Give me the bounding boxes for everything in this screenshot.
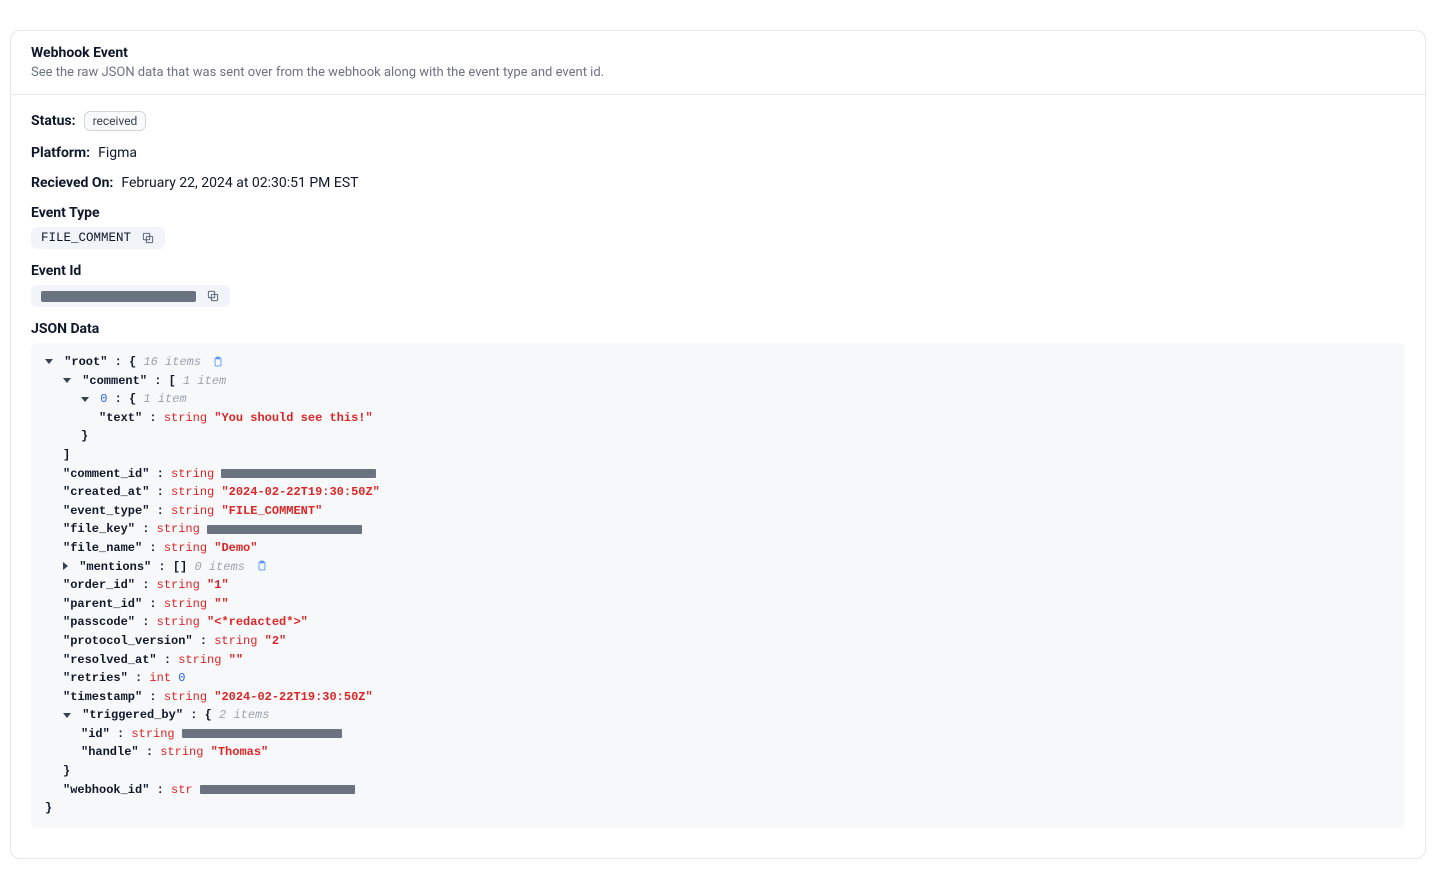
json-comment-text: "text" : string "You should see this!" [45,409,1391,428]
json-passcode: "passcode" : string "<*redacted*>" [45,613,1391,632]
clipboard-icon[interactable] [256,560,268,572]
event-id-pill [31,285,230,307]
json-comment[interactable]: "comment" : [ 1 item [45,372,1391,391]
card-body: Status: received Platform: Figma Recieve… [11,95,1425,858]
event-id-label: Event Id [31,263,1405,279]
redacted-value [221,469,376,478]
json-triggered-by[interactable]: "triggered_by" : { 2 items [45,706,1391,725]
json-order-id: "order_id" : string "1" [45,576,1391,595]
chevron-right-icon[interactable] [63,562,68,570]
event-type-pill: FILE_COMMENT [31,227,165,249]
chevron-down-icon[interactable] [45,359,53,364]
chevron-down-icon[interactable] [81,397,89,402]
json-tb-handle: "handle" : string "Thomas" [45,743,1391,762]
json-close-brace: } [45,799,1391,818]
json-webhook-id: "webhook_id" : str [45,781,1391,800]
redacted-value [182,729,342,738]
json-parent-id: "parent_id" : string "" [45,595,1391,614]
card-subtitle: See the raw JSON data that was sent over… [31,65,1405,80]
json-file-key: "file_key" : string [45,520,1391,539]
platform-row: Platform: Figma [31,145,1405,161]
json-retries: "retries" : int 0 [45,669,1391,688]
received-on-row: Recieved On: February 22, 2024 at 02:30:… [31,175,1405,191]
copy-icon[interactable] [141,231,155,245]
event-type-label: Event Type [31,205,1405,221]
json-resolved-at: "resolved_at" : string "" [45,651,1391,670]
status-badge: received [84,111,147,131]
json-mentions[interactable]: "mentions" : [] 0 items [45,558,1391,577]
json-event-type: "event_type" : string "FILE_COMMENT" [45,502,1391,521]
redacted-value [200,785,355,794]
chevron-down-icon[interactable] [63,713,71,718]
json-data-label: JSON Data [31,321,1405,337]
copy-icon[interactable] [206,289,220,303]
card-header: Webhook Event See the raw JSON data that… [11,31,1425,95]
json-viewer: "root" : { 16 items "comment" : [ 1 item… [31,343,1405,828]
json-root[interactable]: "root" : { 16 items [45,353,1391,372]
json-created-at: "created_at" : string "2024-02-22T19:30:… [45,483,1391,502]
webhook-event-card: Webhook Event See the raw JSON data that… [10,30,1426,859]
event-id-redacted [41,291,196,302]
event-type-row: Event Type FILE_COMMENT [31,205,1405,249]
platform-value: Figma [98,145,137,161]
status-row: Status: received [31,111,1405,131]
json-brace: } [45,762,1391,781]
event-type-value: FILE_COMMENT [41,231,131,245]
json-comment-id: "comment_id" : string [45,465,1391,484]
received-on-label: Recieved On: [31,175,113,191]
json-comment-0[interactable]: 0 : { 1 item [45,390,1391,409]
event-id-row: Event Id [31,263,1405,307]
status-label: Status: [31,113,76,129]
json-protocol-version: "protocol_version" : string "2" [45,632,1391,651]
platform-label: Platform: [31,145,90,161]
card-title: Webhook Event [31,45,1405,61]
chevron-down-icon[interactable] [63,378,71,383]
received-on-value: February 22, 2024 at 02:30:51 PM EST [121,175,358,191]
json-bracket: ] [45,446,1391,465]
json-data-section: JSON Data "root" : { 16 items "comment" … [31,321,1405,828]
json-file-name: "file_name" : string "Demo" [45,539,1391,558]
json-brace: } [45,427,1391,446]
redacted-value [207,525,362,534]
clipboard-icon[interactable] [212,356,224,368]
json-tb-id: "id" : string [45,725,1391,744]
json-timestamp: "timestamp" : string "2024-02-22T19:30:5… [45,688,1391,707]
